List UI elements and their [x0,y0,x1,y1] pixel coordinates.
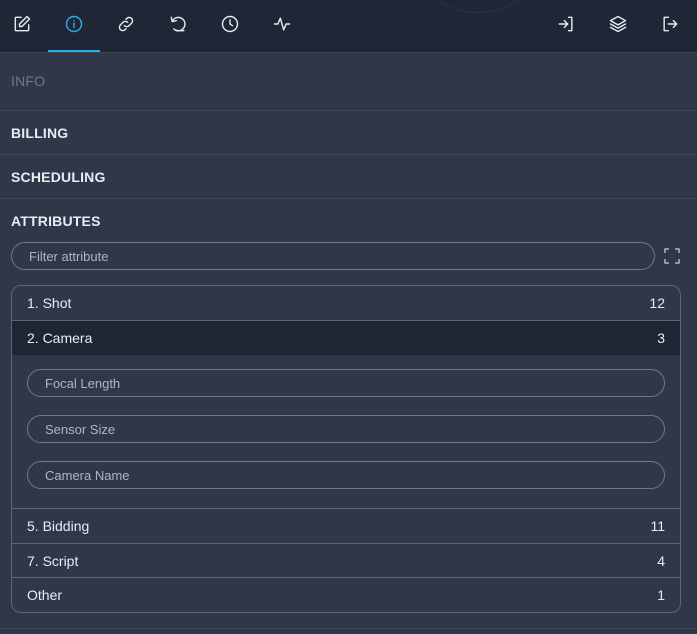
attribute-group-list: 1. Shot 12 2. Camera 3 5. Bidding 11 7. … [11,285,681,613]
camera-name-field[interactable] [27,461,665,489]
section-scheduling[interactable]: SCHEDULING [0,155,697,199]
link-button[interactable] [100,0,152,52]
section-info-title: INFO [11,73,46,89]
group-label: 2. Camera [27,330,93,346]
focal-length-field[interactable] [27,369,665,397]
clock-icon [220,14,240,39]
expand-icon [663,248,681,269]
group-count: 11 [650,518,665,534]
logout-icon [660,14,680,39]
group-row-shot[interactable]: 1. Shot 12 [12,286,680,320]
info-icon [64,14,84,39]
edit-button[interactable] [0,0,48,52]
group-count: 4 [657,553,665,569]
edit-icon [12,14,32,39]
section-scheduling-title: SCHEDULING [11,169,106,185]
toolbar [0,0,697,53]
link-icon [116,14,136,39]
section-attributes-title[interactable]: ATTRIBUTES [11,213,101,229]
layers-button[interactable] [592,0,644,52]
group-count: 1 [657,587,665,603]
clock-button[interactable] [204,0,256,52]
group-label: Other [27,587,63,603]
expand-button[interactable] [663,247,681,265]
group-row-camera[interactable]: 2. Camera 3 [12,321,680,355]
history-icon [168,14,188,39]
section-billing[interactable]: BILLING [0,111,697,155]
filter-attribute-input[interactable] [11,242,655,270]
group-label: 1. Shot [27,295,72,311]
group-row-other[interactable]: Other 1 [12,578,680,612]
info-tab-button[interactable] [48,0,100,52]
login-button[interactable] [540,0,592,52]
activity-button[interactable] [256,0,308,52]
group-row-script[interactable]: 7. Script 4 [12,544,680,578]
section-billing-title: BILLING [11,125,69,141]
activity-icon [272,14,292,39]
layers-icon [608,14,628,39]
group-row-bidding[interactable]: 5. Bidding 11 [12,509,680,543]
sensor-size-field[interactable] [27,415,665,443]
group-count: 12 [649,295,665,311]
decorative-ring [432,0,524,13]
group-label: 5. Bidding [27,518,90,534]
attribute-panel: INFO BILLING SCHEDULING ATTRIBUTES 1. Sh… [0,0,697,634]
section-info[interactable]: INFO [0,52,697,111]
login-icon [556,14,576,39]
group-count: 3 [657,330,665,346]
logout-button[interactable] [644,0,696,52]
history-button[interactable] [152,0,204,52]
group-label: 7. Script [27,553,79,569]
